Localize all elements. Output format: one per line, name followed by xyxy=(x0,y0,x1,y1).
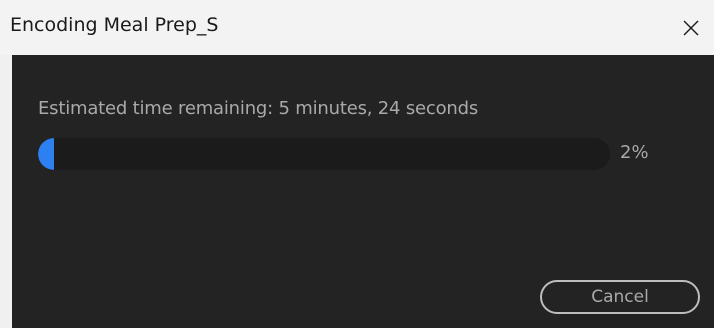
encoding-dialog: Encoding Meal Prep_S Estimated time rema… xyxy=(0,0,714,328)
time-remaining-label: Estimated time remaining: 5 minutes, 24 … xyxy=(38,98,478,119)
title-bar: Encoding Meal Prep_S xyxy=(0,0,714,55)
close-button[interactable] xyxy=(668,0,714,55)
progress-fill xyxy=(38,138,54,170)
close-icon xyxy=(683,20,699,35)
progress-bar xyxy=(38,138,610,170)
cancel-button[interactable]: Cancel xyxy=(540,280,700,314)
progress-percent: 2% xyxy=(620,142,649,163)
window-title: Encoding Meal Prep_S xyxy=(10,14,219,36)
dialog-content: Estimated time remaining: 5 minutes, 24 … xyxy=(12,55,714,328)
